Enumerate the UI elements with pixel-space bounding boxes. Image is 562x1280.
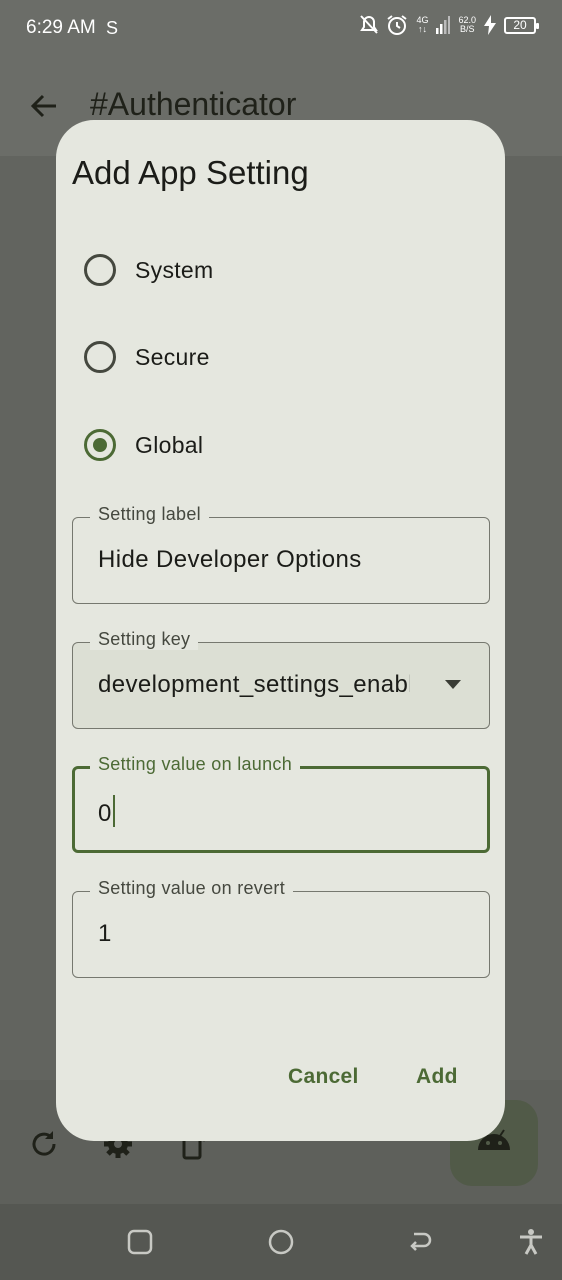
radio-option-global[interactable]: Global	[84, 425, 203, 465]
radio-label-global: Global	[135, 431, 204, 458]
app-title: #Authenticator	[90, 86, 297, 122]
radio-button-system[interactable]	[84, 254, 116, 286]
radio-label-system: System	[135, 256, 214, 283]
accessibility-icon[interactable]	[517, 1228, 545, 1256]
refresh-icon[interactable]	[28, 1128, 60, 1160]
add-button[interactable]: Add	[416, 1065, 458, 1089]
net-speed: 62.0 B/S	[458, 15, 476, 34]
recents-icon[interactable]	[126, 1228, 154, 1256]
value-on-revert-value: 1	[98, 920, 112, 947]
alarm-icon	[387, 15, 408, 35]
notifications-off-icon	[360, 15, 379, 34]
text-caret	[112, 795, 116, 827]
signal-icon	[436, 16, 451, 34]
setting-key-field-value: development_settings_enabled	[98, 671, 410, 698]
setting-key-field-label: Setting key	[90, 629, 199, 650]
radio-option-secure[interactable]: Secure	[84, 337, 210, 377]
charging-icon	[484, 15, 496, 35]
value-on-launch-field[interactable]: Setting value on launch 0	[72, 754, 490, 853]
radio-button-global[interactable]	[84, 429, 116, 461]
add-app-setting-dialog: Add App Setting System Secure Global Set…	[56, 120, 505, 1141]
back-arrow-icon[interactable]	[28, 90, 60, 122]
system-nav-bar	[0, 1204, 562, 1280]
radio-option-system[interactable]: System	[84, 250, 213, 290]
dropdown-arrow-icon[interactable]	[445, 680, 461, 689]
setting-label-field-value: Hide Developer Options	[98, 546, 362, 573]
battery-indicator: 20	[504, 16, 539, 34]
home-icon[interactable]	[267, 1228, 295, 1256]
setting-label-field[interactable]: Setting label Hide Developer Options	[72, 504, 490, 604]
setting-key-dropdown[interactable]: Setting key development_settings_enabled	[72, 629, 490, 729]
setting-label-field-label: Setting label	[90, 504, 209, 525]
status-bar: 6:29 AM S 4G ↑↓ 62.0 B/S 20	[0, 0, 562, 56]
radio-label-secure: Secure	[135, 343, 210, 370]
value-on-launch-field-label: Setting value on launch	[90, 754, 301, 775]
value-on-launch-input[interactable]: 0	[98, 795, 116, 828]
network-indicator: 4G ↑↓	[416, 15, 429, 34]
radio-button-secure[interactable]	[84, 341, 116, 373]
dialog-title: Add App Setting	[72, 154, 309, 191]
value-on-revert-field-label: Setting value on revert	[90, 878, 294, 899]
status-time: 6:29 AM	[26, 17, 96, 38]
sim-indicator: S	[106, 18, 119, 38]
back-nav-icon[interactable]	[406, 1228, 434, 1256]
status-icons: 4G ↑↓ 62.0 B/S 20	[360, 14, 539, 36]
cancel-button[interactable]: Cancel	[288, 1065, 359, 1089]
value-on-revert-field[interactable]: Setting value on revert 1	[72, 878, 490, 978]
